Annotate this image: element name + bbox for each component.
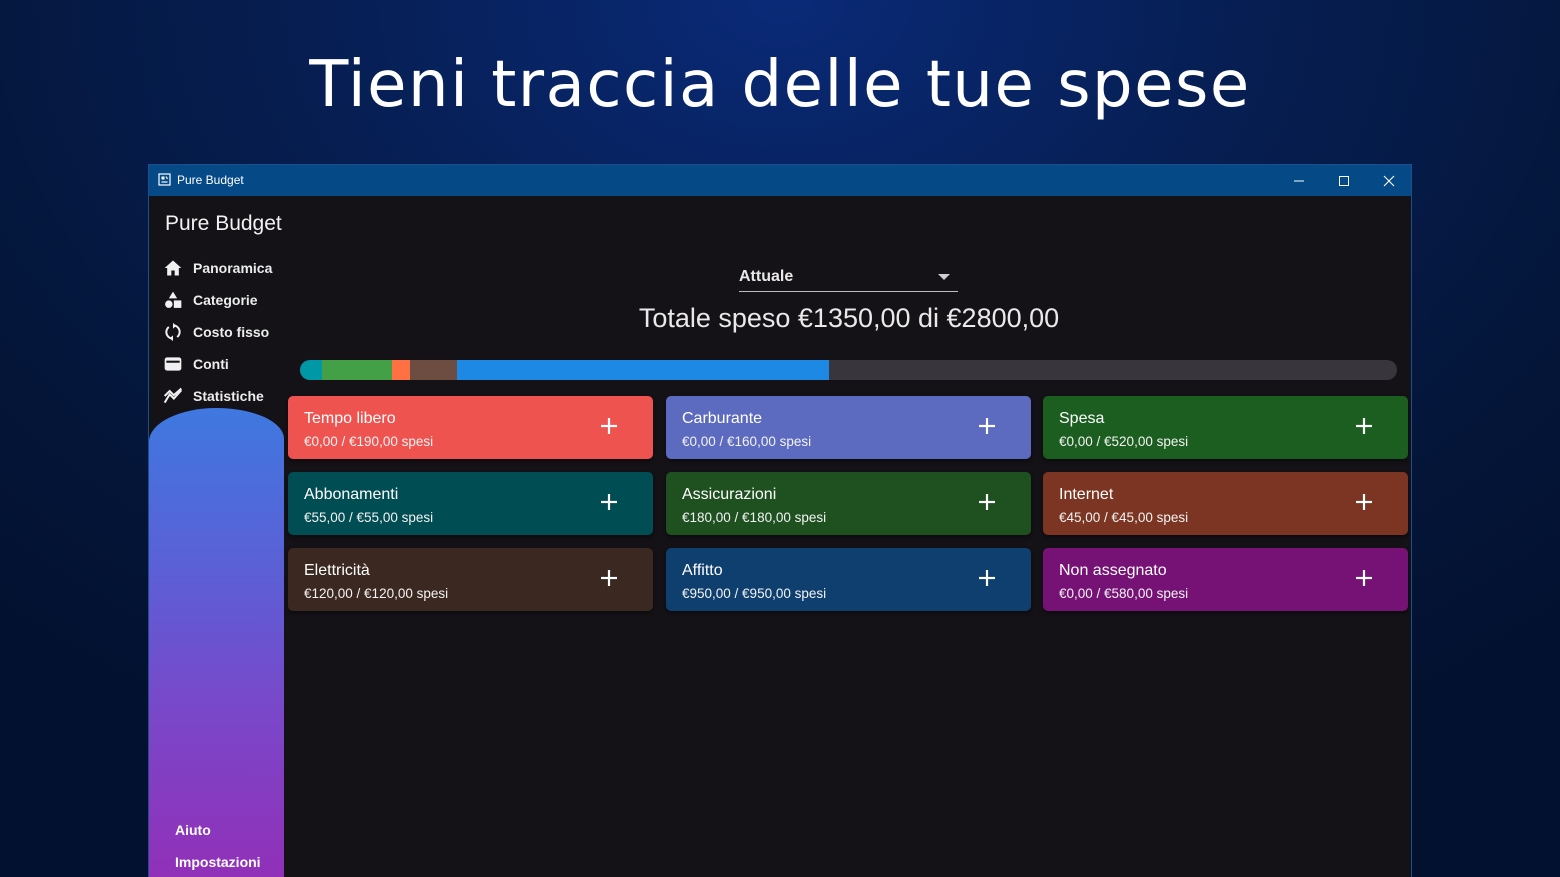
category-amount: €45,00 / €45,00 spesi bbox=[1059, 510, 1189, 525]
add-expense-button[interactable] bbox=[973, 564, 1001, 592]
category-name: Non assegnato bbox=[1059, 562, 1167, 579]
category-name: Abbonamenti bbox=[304, 486, 399, 503]
nav-label: Conti bbox=[193, 356, 229, 372]
progress-segment bbox=[409, 360, 457, 380]
category-amount: €0,00 / €160,00 spesi bbox=[682, 434, 812, 449]
nav-item-aiuto[interactable]: Aiuto bbox=[175, 822, 211, 838]
chevron-down-icon bbox=[938, 274, 950, 280]
category-card[interactable]: Affitto €950,00 / €950,00 spesi bbox=[666, 548, 1031, 611]
wallet-icon bbox=[164, 357, 182, 371]
nav-item-impostazioni[interactable]: Impostazioni bbox=[175, 854, 261, 870]
nav-item-conti[interactable]: Conti bbox=[163, 353, 229, 375]
hero-title: Tieni traccia delle tue spese bbox=[309, 48, 1251, 122]
add-expense-button[interactable] bbox=[595, 412, 623, 440]
maximize-button[interactable] bbox=[1321, 165, 1366, 196]
recurring-icon bbox=[165, 322, 181, 342]
category-amount: €120,00 / €120,00 spesi bbox=[304, 586, 449, 601]
category-card[interactable]: Abbonamenti €55,00 / €55,00 spesi bbox=[288, 472, 653, 535]
category-name: Tempo libero bbox=[304, 410, 396, 427]
app-heading: Pure Budget bbox=[165, 212, 282, 235]
chart-icon bbox=[163, 387, 183, 404]
category-card[interactable]: Spesa €0,00 / €520,00 spesi bbox=[1043, 396, 1408, 459]
category-name: Internet bbox=[1059, 486, 1114, 503]
category-card[interactable]: Elettricità €120,00 / €120,00 spesi bbox=[288, 548, 653, 611]
nav-item-panoramica[interactable]: Panoramica bbox=[163, 257, 272, 279]
category-amount: €0,00 / €580,00 spesi bbox=[1059, 586, 1189, 601]
nav-item-costo-fisso[interactable]: Costo fisso bbox=[163, 321, 269, 343]
category-name: Spesa bbox=[1059, 410, 1105, 427]
add-expense-button[interactable] bbox=[1350, 488, 1378, 516]
progress-segment bbox=[300, 360, 322, 380]
category-card[interactable]: Assicurazioni €180,00 / €180,00 spesi bbox=[666, 472, 1031, 535]
category-name: Assicurazioni bbox=[682, 486, 777, 503]
add-expense-button[interactable] bbox=[973, 488, 1001, 516]
progress-segment bbox=[456, 360, 829, 380]
plus-icon bbox=[1356, 494, 1372, 510]
period-dropdown[interactable]: Attuale bbox=[739, 260, 958, 292]
plus-icon bbox=[979, 570, 995, 586]
budget-progress-bar bbox=[300, 360, 1397, 380]
home-icon bbox=[164, 260, 182, 276]
category-card[interactable]: Non assegnato €0,00 / €580,00 spesi bbox=[1043, 548, 1408, 611]
app-logo-icon bbox=[158, 173, 171, 186]
category-amount: €950,00 / €950,00 spesi bbox=[682, 586, 827, 601]
category-amount: €0,00 / €190,00 spesi bbox=[304, 434, 434, 449]
add-expense-button[interactable] bbox=[973, 412, 1001, 440]
plus-icon bbox=[979, 494, 995, 510]
title-bar[interactable]: Pure Budget bbox=[149, 165, 1411, 196]
category-name: Carburante bbox=[682, 410, 763, 427]
plus-icon bbox=[979, 418, 995, 434]
minimize-button[interactable] bbox=[1276, 165, 1321, 196]
nav-label: Panoramica bbox=[193, 260, 273, 276]
close-button[interactable] bbox=[1366, 165, 1411, 196]
close-icon bbox=[1383, 175, 1394, 186]
category-name: Elettricità bbox=[304, 562, 370, 579]
category-name: Affitto bbox=[682, 562, 723, 579]
nav-label: Statistiche bbox=[193, 388, 264, 404]
add-expense-button[interactable] bbox=[1350, 564, 1378, 592]
nav-label: Categorie bbox=[193, 292, 258, 308]
plus-icon bbox=[1356, 570, 1372, 586]
window-title: Pure Budget bbox=[177, 173, 244, 187]
add-expense-button[interactable] bbox=[595, 488, 623, 516]
plus-icon bbox=[601, 494, 617, 510]
total-spent-summary: Totale speso €1350,00 di €2800,00 bbox=[638, 303, 1060, 333]
category-card[interactable]: Internet €45,00 / €45,00 spesi bbox=[1043, 472, 1408, 535]
nav-item-statistiche[interactable]: Statistiche bbox=[163, 385, 264, 407]
category-card[interactable]: Tempo libero €0,00 / €190,00 spesi bbox=[288, 396, 653, 459]
category-amount: €180,00 / €180,00 spesi bbox=[682, 510, 827, 525]
period-selected-value: Attuale bbox=[739, 268, 794, 285]
maximize-icon bbox=[1338, 175, 1349, 186]
category-card[interactable]: Carburante €0,00 / €160,00 spesi bbox=[666, 396, 1031, 459]
category-amount: €55,00 / €55,00 spesi bbox=[304, 510, 434, 525]
category-amount: €0,00 / €520,00 spesi bbox=[1059, 434, 1189, 449]
app-window: Pure Budget Pure Budget Panoramica Categ… bbox=[148, 164, 1412, 877]
sidebar: Pure Budget Panoramica Categorie Costo f… bbox=[149, 196, 284, 877]
minimize-icon bbox=[1293, 180, 1304, 181]
progress-segment bbox=[321, 360, 393, 380]
add-expense-button[interactable] bbox=[1350, 412, 1378, 440]
shapes-icon bbox=[165, 291, 182, 308]
nav-label: Costo fisso bbox=[193, 324, 270, 340]
plus-icon bbox=[1356, 418, 1372, 434]
add-expense-button[interactable] bbox=[595, 564, 623, 592]
nav-item-categorie[interactable]: Categorie bbox=[163, 289, 258, 311]
plus-icon bbox=[601, 570, 617, 586]
sidebar-decoration bbox=[149, 408, 284, 877]
plus-icon bbox=[601, 418, 617, 434]
progress-segment bbox=[392, 360, 410, 380]
